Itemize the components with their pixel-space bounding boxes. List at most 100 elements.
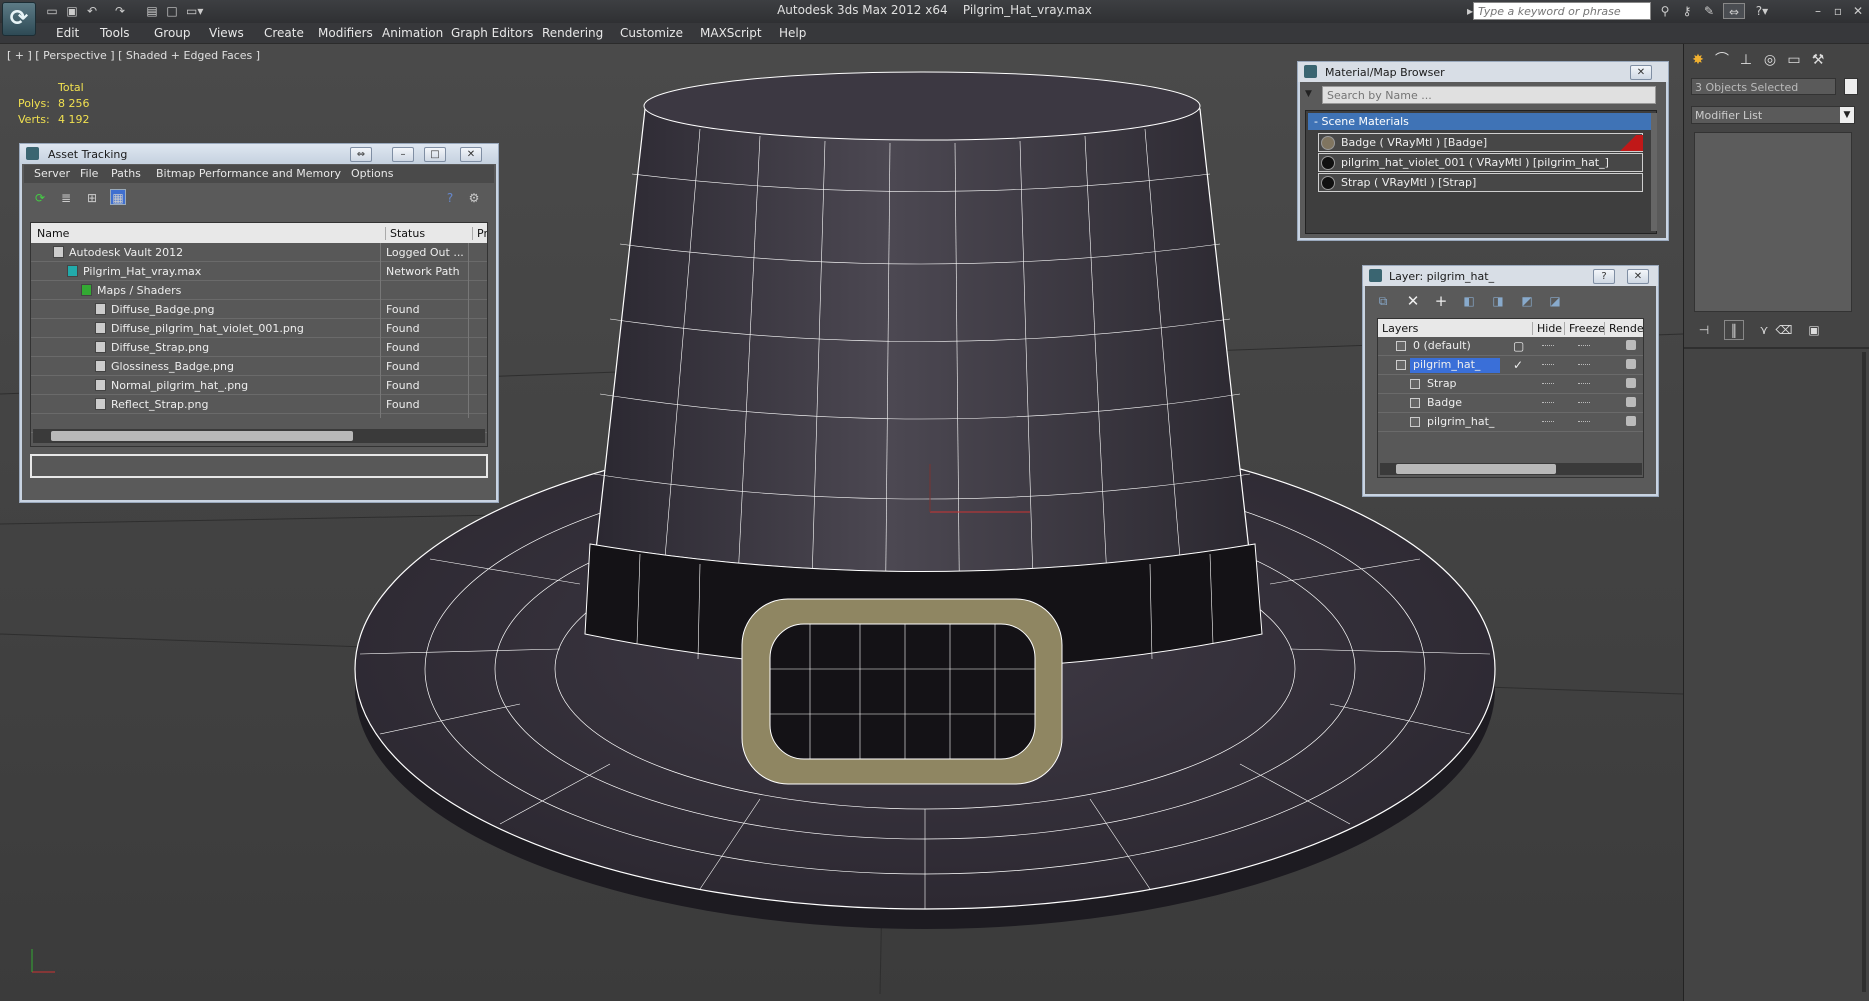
layer-row[interactable]: 0 (default) ▢ [1378, 337, 1643, 356]
grid-view-icon[interactable]: ▦ [110, 189, 126, 205]
table-row[interactable]: Autodesk Vault 2012 Logged Out ... [31, 243, 487, 262]
dropdown-arrow-icon[interactable]: ▼ [1840, 107, 1854, 123]
close-icon[interactable]: ✕ [1630, 65, 1652, 80]
layer-row[interactable]: Strap [1378, 375, 1643, 394]
material-browser-titlebar[interactable]: Material/Map Browser ✕ [1298, 62, 1668, 82]
viewport-label[interactable]: [ + ] [ Perspective ] [ Shaded + Edged F… [7, 49, 260, 62]
modify-tab-icon[interactable]: ⌒ [1712, 50, 1732, 70]
material-browser-window[interactable]: Material/Map Browser ✕ ▼ - Scene Materia… [1297, 61, 1669, 241]
material-item[interactable]: pilgrim_hat_violet_001 ( VRayMtl ) [pilg… [1318, 153, 1643, 172]
layer-row[interactable]: pilgrim_hat_ ✓ [1378, 356, 1643, 375]
menu-animation[interactable]: Animation [382, 26, 443, 40]
modifier-list-dropdown[interactable]: Modifier List [1691, 106, 1855, 124]
minimize-icon[interactable]: – [392, 147, 414, 162]
menu-maxscript[interactable]: MAXScript [700, 26, 762, 40]
panel-scrollbar[interactable] [1862, 352, 1866, 992]
layer-window-titlebar[interactable]: Layer: pilgrim_hat_ ? ✕ [1363, 266, 1658, 286]
column-pro[interactable]: Pro [472, 227, 487, 240]
utilities-tab-icon[interactable]: ⚒ [1808, 50, 1828, 70]
hide-toggle[interactable] [1542, 402, 1554, 404]
save-file-icon[interactable]: ▣ [64, 3, 80, 19]
close-icon[interactable]: ✕ [1850, 3, 1866, 19]
list-view-icon[interactable]: ≣ [58, 190, 74, 206]
render-toggle-icon[interactable] [1626, 416, 1636, 426]
asset-tracking-window[interactable]: Asset Tracking ⇔ – □ ✕ Server File Paths… [19, 143, 499, 503]
column-render[interactable]: Rende [1604, 322, 1643, 335]
add-to-layer-icon[interactable]: + [1433, 293, 1449, 309]
table-row[interactable]: Diffuse_pilgrim_hat_violet_001.png Found [31, 319, 487, 338]
menu-create[interactable]: Create [264, 26, 304, 40]
column-name[interactable]: Name [37, 227, 69, 240]
menu-options[interactable]: Options [351, 167, 393, 180]
remove-modifier-icon[interactable]: ⌫ [1774, 320, 1794, 340]
material-vscrollbar[interactable] [1651, 113, 1657, 231]
layer-row[interactable]: pilgrim_hat_ [1378, 413, 1643, 432]
make-unique-icon[interactable]: ⋎ [1754, 320, 1774, 340]
render-toggle-icon[interactable] [1626, 397, 1636, 407]
highlight-layer-icon[interactable]: ◨ [1490, 293, 1506, 309]
column-layers[interactable]: Layers [1382, 322, 1418, 335]
scene-materials-header[interactable]: - Scene Materials [1308, 113, 1651, 130]
display-tab-icon[interactable]: ▭ [1784, 50, 1804, 70]
render-toggle-icon[interactable] [1626, 359, 1636, 369]
keyword-search-input[interactable] [1473, 2, 1651, 20]
create-tab-icon[interactable]: ✸ [1688, 50, 1708, 70]
hide-all-icon[interactable]: ◩ [1519, 293, 1535, 309]
table-row[interactable]: Reflect_Strap.png Found [31, 395, 487, 414]
workspace-dropdown-icon[interactable]: ▭▾ [186, 3, 203, 19]
menu-paths[interactable]: Paths [111, 167, 141, 180]
table-row[interactable]: Normal_pilgrim_hat_.png Found [31, 376, 487, 395]
material-item[interactable]: Badge ( VRayMtl ) [Badge] [1318, 133, 1643, 152]
object-color-swatch[interactable] [1844, 78, 1858, 95]
table-row[interactable]: Maps / Shaders [31, 281, 487, 300]
layer-window[interactable]: Layer: pilgrim_hat_ ? ✕ ⧉ ✕ + ◧ ◨ ◩ ◪ La… [1362, 265, 1659, 497]
material-item[interactable]: Strap ( VRayMtl ) [Strap] [1318, 173, 1643, 192]
hide-toggle[interactable] [1542, 383, 1554, 385]
menu-help[interactable]: Help [779, 26, 806, 40]
menu-views[interactable]: Views [209, 26, 244, 40]
table-row[interactable]: Diffuse_Strap.png Found [31, 338, 487, 357]
hide-toggle[interactable] [1542, 364, 1554, 366]
menu-customize[interactable]: Customize [620, 26, 683, 40]
freeze-toggle[interactable] [1578, 345, 1590, 347]
open-file-icon[interactable]: ▭ [44, 3, 60, 19]
menu-modifiers[interactable]: Modifiers [318, 26, 373, 40]
material-search-input[interactable] [1322, 86, 1656, 104]
help-icon[interactable]: ?▾ [1754, 3, 1770, 19]
render-toggle-icon[interactable] [1626, 340, 1636, 350]
freeze-toggle[interactable] [1578, 421, 1590, 423]
render-toggle-icon[interactable] [1626, 378, 1636, 388]
undo-icon[interactable]: ↶ [84, 3, 100, 19]
menu-file[interactable]: File [80, 167, 98, 180]
layer-hscroll-thumb[interactable] [1396, 464, 1556, 474]
menu-graph-editors[interactable]: Graph Editors [451, 26, 533, 40]
layer-row[interactable]: Badge [1378, 394, 1643, 413]
hide-toggle[interactable] [1542, 421, 1554, 423]
pin-stack-icon[interactable]: ⊣ [1694, 320, 1714, 340]
exchange-icon[interactable]: ⇔ [1723, 3, 1745, 19]
toggle-window-icon[interactable]: □ [164, 3, 180, 19]
asset-tracking-titlebar[interactable]: Asset Tracking ⇔ – □ ✕ [20, 144, 498, 164]
configure-sets-icon[interactable]: ▣ [1804, 320, 1824, 340]
app-logo-icon[interactable]: ⟳ [2, 2, 36, 36]
asset-hscroll-thumb[interactable] [51, 431, 353, 441]
close-icon[interactable]: ✕ [1627, 269, 1649, 284]
table-view-icon[interactable]: ⊞ [84, 190, 100, 206]
table-row[interactable]: Diffuse_Badge.png Found [31, 300, 487, 319]
close-icon[interactable]: ✕ [460, 147, 482, 162]
menu-group[interactable]: Group [154, 26, 191, 40]
table-row[interactable]: Glossiness_Badge.png Found [31, 357, 487, 376]
project-folder-icon[interactable]: ▤ [144, 3, 160, 19]
menu-edit[interactable]: Edit [56, 26, 79, 40]
binoculars-icon[interactable]: ⚲ [1657, 3, 1673, 19]
menu-rendering[interactable]: Rendering [542, 26, 603, 40]
select-in-layer-icon[interactable]: ◧ [1461, 293, 1477, 309]
show-end-result-icon[interactable]: ║ [1724, 320, 1744, 340]
selection-name-field[interactable]: 3 Objects Selected [1691, 78, 1836, 95]
help-icon[interactable]: ? [1593, 269, 1615, 284]
column-freeze[interactable]: Freeze [1564, 322, 1605, 335]
freeze-toggle[interactable] [1578, 402, 1590, 404]
restore-icon[interactable]: ▫ [1830, 3, 1846, 19]
redo-icon[interactable]: ↷ [112, 3, 128, 19]
current-layer-check-icon[interactable]: ✓ [1513, 358, 1523, 372]
